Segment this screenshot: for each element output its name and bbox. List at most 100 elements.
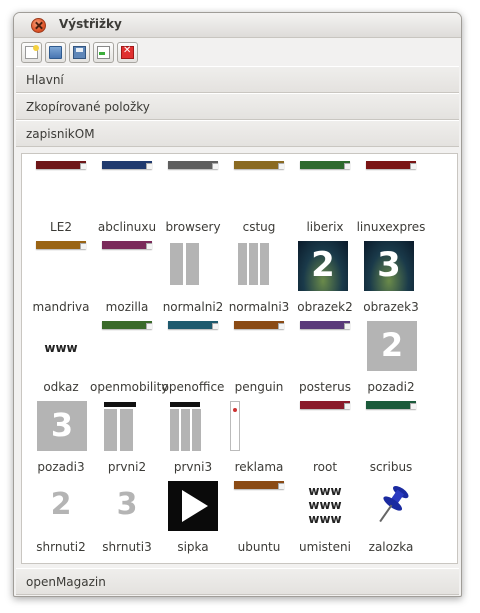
open-button[interactable] xyxy=(45,41,66,63)
column-shape xyxy=(170,243,183,285)
clip-label: mozilla xyxy=(105,300,149,314)
clip-label: normalni2 xyxy=(162,300,224,314)
clip-item[interactable]: ubuntu xyxy=(226,481,292,561)
ad-strip xyxy=(230,401,240,451)
clip-thumbnail xyxy=(292,401,358,453)
play-icon xyxy=(168,481,218,531)
clip-thumbnail xyxy=(28,161,94,213)
gray-number-box: 2 xyxy=(367,321,417,371)
clip-item[interactable]: normalni2 xyxy=(160,241,226,321)
clip-item[interactable]: zalozka xyxy=(358,481,424,561)
banner-thumbnail xyxy=(168,321,218,329)
clip-item[interactable]: root xyxy=(292,401,358,481)
clip-item[interactable]: openmobility xyxy=(90,321,168,401)
banner-thumbnail xyxy=(102,241,152,249)
clip-item[interactable]: 2 obrazek2 xyxy=(292,241,358,321)
banner-thumbnail xyxy=(366,401,416,409)
ad-dot xyxy=(233,408,237,412)
clip-item[interactable]: www www www umisteni xyxy=(292,481,358,561)
www-text: www xyxy=(308,512,342,526)
clip-thumbnail xyxy=(358,401,424,453)
save-icon xyxy=(73,45,86,59)
clip-item[interactable]: liberix xyxy=(292,161,358,241)
column-shape xyxy=(170,409,179,451)
clip-label: shrnuti2 xyxy=(36,540,86,554)
clip-label: odkaz xyxy=(43,380,79,394)
section-zkopirovane[interactable]: Zkopírované položky xyxy=(16,93,459,120)
clippings-window: Výstřižky Hlavní Zkopírované položky zap… xyxy=(13,12,462,597)
clip-item[interactable]: 3 shrnuti3 xyxy=(94,481,160,561)
clip-item[interactable]: reklama xyxy=(226,401,292,481)
title-bar: Výstřižky xyxy=(14,13,461,38)
copy-button[interactable] xyxy=(93,41,114,63)
clip-item[interactable]: 2 shrnuti2 xyxy=(28,481,94,561)
clip-label: obrazek2 xyxy=(297,300,353,314)
clip-item[interactable]: www odkaz xyxy=(28,321,94,401)
banner-thumbnail xyxy=(234,481,284,489)
delete-button[interactable] xyxy=(117,41,138,63)
clip-grid: LE2 abclinuxu browsery cstug liberix linuxexp… xyxy=(21,153,458,564)
photo-digit: 3 xyxy=(377,245,401,285)
clip-item[interactable]: 3 obrazek3 xyxy=(358,241,424,321)
banner-thumbnail xyxy=(36,241,86,249)
save-button[interactable] xyxy=(69,41,90,63)
clip-label: LE2 xyxy=(50,220,72,234)
column-shape xyxy=(260,243,269,285)
clip-label: liberix xyxy=(306,220,344,234)
clip-label: normalni3 xyxy=(228,300,290,314)
clip-thumbnail xyxy=(94,161,160,213)
new-button[interactable] xyxy=(21,41,42,63)
close-icon[interactable] xyxy=(31,18,46,33)
clip-thumbnail xyxy=(28,241,94,293)
clip-thumbnail: www www www xyxy=(292,481,358,533)
section-openmagazin[interactable]: openMagazin xyxy=(16,568,459,595)
clip-label: mandriva xyxy=(32,300,90,314)
column-shape xyxy=(104,409,117,451)
clip-thumbnail: 3 xyxy=(358,241,424,293)
clip-thumbnail xyxy=(160,161,226,213)
clip-item[interactable]: browsery xyxy=(160,161,226,241)
clip-item[interactable]: prvni2 xyxy=(94,401,160,481)
clip-item[interactable]: normalni3 xyxy=(226,241,292,321)
clip-item[interactable]: cstug xyxy=(226,161,292,241)
bar-shape xyxy=(104,402,136,407)
clip-label: reklama xyxy=(234,460,284,474)
copy-icon xyxy=(97,45,110,59)
clip-item[interactable]: scribus xyxy=(358,401,424,481)
photo-thumbnail: 2 xyxy=(298,241,348,291)
clip-thumbnail: 3 xyxy=(28,401,94,453)
banner-thumbnail xyxy=(366,161,416,169)
pin-icon xyxy=(379,485,409,523)
clip-item[interactable]: mozilla xyxy=(94,241,160,321)
clip-item[interactable]: 2 pozadi2 xyxy=(358,321,424,401)
gray-digit: 2 xyxy=(50,487,72,522)
open-icon xyxy=(49,45,62,59)
clip-thumbnail xyxy=(160,241,226,293)
clip-item[interactable]: abclinuxu xyxy=(94,161,160,241)
clip-label: root xyxy=(312,460,338,474)
clip-item[interactable]: openoffice xyxy=(160,321,226,401)
clip-item[interactable]: linuxexpres xyxy=(357,161,425,241)
clip-label: obrazek3 xyxy=(363,300,419,314)
section-hlavni[interactable]: Hlavní xyxy=(16,66,459,93)
banner-thumbnail xyxy=(234,321,284,329)
clip-item[interactable]: LE2 xyxy=(28,161,94,241)
clip-thumbnail xyxy=(226,321,292,373)
clip-item[interactable]: sipka xyxy=(160,481,226,561)
clip-label: openoffice xyxy=(161,380,225,394)
clip-item[interactable]: penguin xyxy=(226,321,292,401)
clip-thumbnail xyxy=(226,241,292,293)
clip-thumbnail: 2 xyxy=(28,481,94,533)
clip-label: abclinuxu xyxy=(97,220,157,234)
clip-item[interactable]: posterus xyxy=(292,321,358,401)
clip-item[interactable]: 3 pozadi3 xyxy=(28,401,94,481)
clip-item[interactable]: mandriva xyxy=(28,241,94,321)
clip-label: pozadi3 xyxy=(37,460,85,474)
clip-item[interactable]: prvni3 xyxy=(160,401,226,481)
play-triangle xyxy=(182,490,208,522)
column-shape xyxy=(181,409,190,451)
clip-label: sipka xyxy=(177,540,209,554)
clip-label: umisteni xyxy=(299,540,351,554)
section-zapisnikom[interactable]: zapisnikOM xyxy=(16,120,459,147)
clip-thumbnail xyxy=(226,481,292,533)
